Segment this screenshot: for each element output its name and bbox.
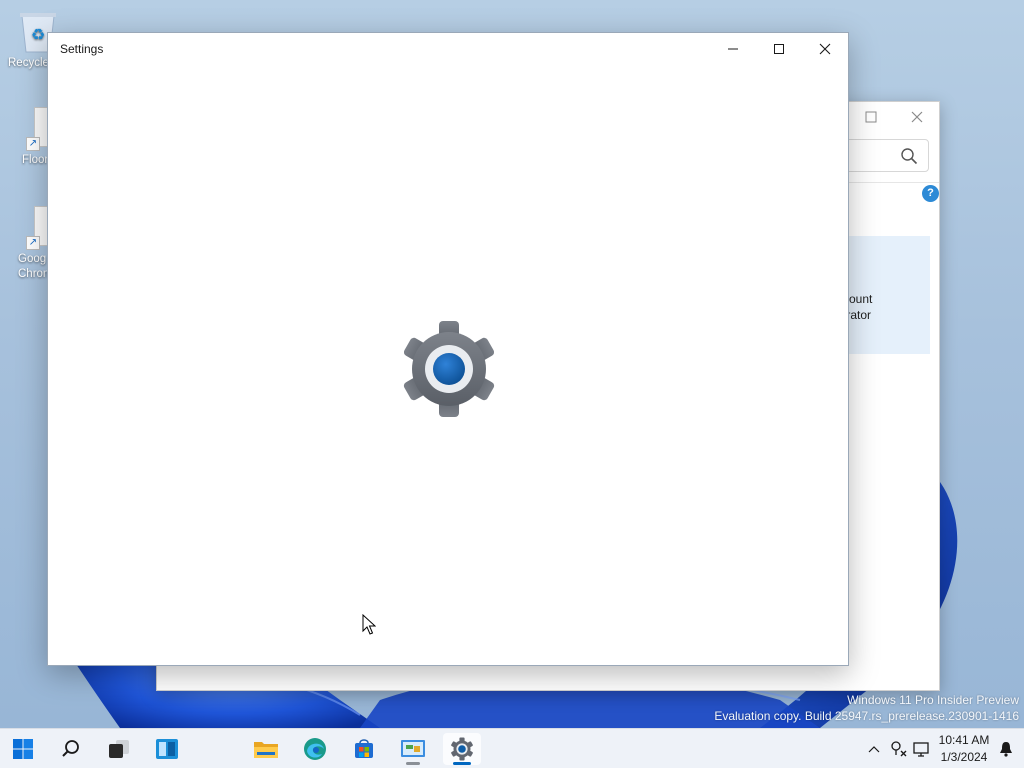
watermark-line1: Windows 11 Pro Insider Preview [847,693,1019,707]
taskbar-task-view-button[interactable] [100,733,138,765]
search-icon [901,148,918,165]
help-button[interactable]: ? [922,185,939,202]
windows-start-icon [13,739,33,759]
network-disconnected-icon [891,741,907,757]
watermark-line2: Evaluation copy. Build 25947.rs_prerelea… [714,709,1019,723]
settings-window[interactable]: Settings [47,32,849,666]
taskbar-widgets-button[interactable] [148,733,186,765]
bell-icon [1000,742,1012,757]
account-panel[interactable]: n ccount strator [837,236,930,354]
clock-date: 1/3/2024 [940,750,988,764]
store-icon [355,739,373,758]
widgets-icon [156,739,178,759]
taskbar-start-button[interactable] [4,733,42,765]
desktop: ♻ Recycle ↗ Floor ↗ Goog Chron ? ccount … [0,0,1024,728]
task-view-icon [109,740,129,758]
search-box[interactable] [835,139,929,172]
taskbar-control-panel-button[interactable] [394,733,432,765]
settings-gear-icon [451,737,473,761]
chevron-up-icon [868,746,880,753]
chrome-shortcut-icon: ↗ [12,206,62,250]
notifications-button[interactable] [996,729,1016,768]
settings-titlebar[interactable]: Settings [48,33,848,65]
maximize-icon [865,111,877,123]
folder-icon [254,742,278,758]
taskbar-settings-button[interactable] [443,733,481,765]
close-button[interactable] [802,33,848,65]
recycle-bin-icon: ♻ [12,10,56,54]
desktop-icon-label: Goog Chron [18,253,50,280]
close-icon [911,111,923,123]
settings-gear-icon [403,321,495,417]
taskbar-store-button[interactable] [345,733,383,765]
maximize-button[interactable] [756,33,802,65]
tray-overflow-button[interactable] [864,729,884,768]
clock-time: 10:41 AM [938,733,990,747]
control-panel-icon [401,740,425,757]
taskbar-file-explorer-button[interactable] [247,733,285,765]
taskbar-edge-button[interactable] [296,733,334,765]
tray-network-button[interactable] [888,729,910,768]
minimize-button[interactable] [710,33,756,65]
search-icon [62,740,79,757]
monitor-icon [913,742,929,757]
maximize-button[interactable] [860,107,882,129]
mouse-cursor-icon [362,614,376,635]
edge-browser-icon [304,738,326,760]
file-shortcut-icon: ↗ [12,107,62,151]
window-title: Settings [60,42,104,56]
taskbar-clock[interactable]: 10:41 AM 1/3/2024 [930,732,998,766]
taskbar-search-button[interactable] [52,733,90,765]
tray-display-button[interactable] [910,729,932,768]
close-icon [819,43,831,55]
active-indicator [453,762,471,765]
minimize-icon [728,48,738,50]
running-indicator [406,762,420,765]
close-button[interactable] [906,107,928,129]
svg-text:♻: ♻ [31,25,45,44]
taskbar: 10:41 AM 1/3/2024 [0,728,1024,768]
maximize-icon [774,44,784,54]
